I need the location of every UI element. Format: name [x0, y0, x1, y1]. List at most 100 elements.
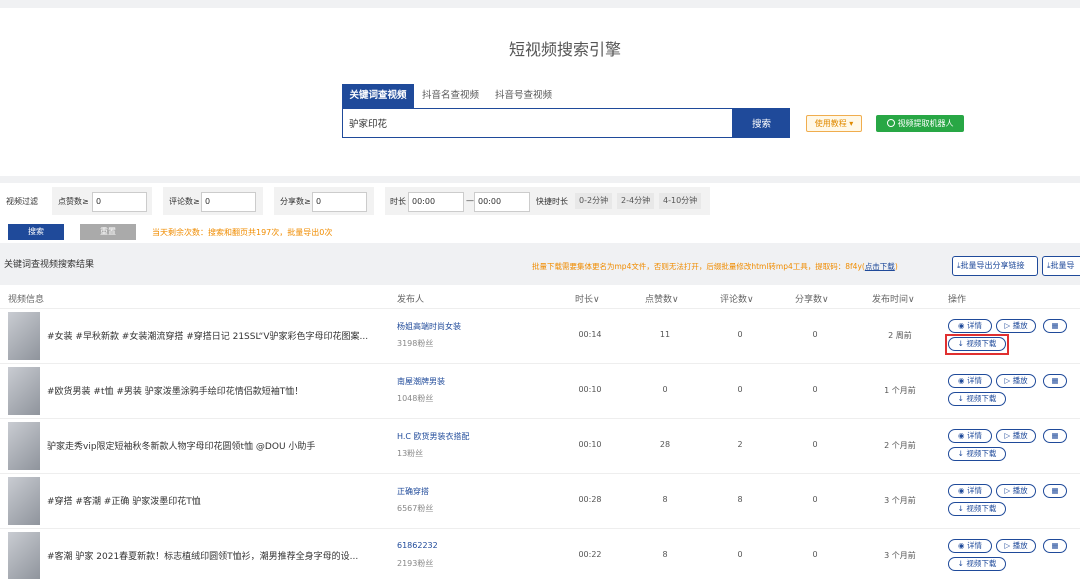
comments-filter-label: 评论数≥	[169, 197, 200, 206]
play-icon: ▷	[1004, 376, 1013, 385]
shares-cell: 0	[812, 440, 818, 449]
table-row: #女装 #早秋新款 #女装潮流穿搭 #穿搭日记 21SSL“V驴家彩色字母印花图…	[0, 308, 1080, 363]
filter-search-button[interactable]: 搜索	[8, 224, 64, 240]
likes-filter-input[interactable]: 0	[92, 192, 147, 212]
play-button[interactable]: ▷ 播放	[996, 319, 1036, 333]
author-name[interactable]: 杨姐高端时尚女装	[397, 321, 461, 332]
author-name[interactable]: 南屋潮牌男装	[397, 376, 445, 387]
quick-duration-4-10[interactable]: 4-10分钟	[659, 193, 702, 209]
author-name[interactable]: 正确穿搭	[397, 486, 429, 497]
qrcode-button[interactable]: ▦	[1043, 374, 1067, 388]
results-title: 关键词查视频搜索结果	[4, 260, 95, 270]
highlight-box	[945, 334, 1009, 355]
download-button-label: 视频下载	[966, 449, 997, 458]
tab-douyin-id-search[interactable]: 抖音号查视频	[488, 84, 559, 108]
video-thumbnail[interactable]	[8, 312, 40, 360]
author-name[interactable]: H.C 欧货男装衣搭配	[397, 431, 470, 442]
video-thumbnail[interactable]	[8, 367, 40, 415]
fans-count: 6567粉丝	[397, 504, 434, 513]
publish-time-cell: 1 个月前	[884, 386, 916, 395]
play-button[interactable]: ▷ 播放	[996, 539, 1036, 553]
likes-cell: 8	[662, 550, 668, 559]
filter-reset-button[interactable]: 重置	[80, 224, 136, 240]
chat-icon	[886, 119, 895, 127]
detail-button[interactable]: ◉ 详情	[948, 539, 992, 553]
shares-filter-input[interactable]: 0	[312, 192, 367, 212]
video-thumbnail[interactable]	[8, 532, 40, 579]
export-share-links-button[interactable]: ⤓批量导出分享链接	[952, 256, 1038, 276]
detail-button-label: 详情	[966, 431, 982, 440]
video-robot-button[interactable]: 视频提取机器人	[876, 115, 964, 132]
search-input[interactable]	[342, 108, 733, 138]
qrcode-icon: ▦	[1051, 486, 1059, 495]
publish-time-cell: 2 周前	[888, 331, 912, 340]
duration-cell: 00:22	[578, 550, 602, 559]
detail-button[interactable]: ◉ 详情	[948, 374, 992, 388]
qrcode-button[interactable]: ▦	[1043, 429, 1067, 443]
video-thumbnail[interactable]	[8, 477, 40, 525]
detail-button[interactable]: ◉ 详情	[948, 429, 992, 443]
detail-button-label: 详情	[966, 376, 982, 385]
video-thumbnail[interactable]	[8, 422, 40, 470]
author-name[interactable]: 61862232	[397, 541, 438, 550]
duration-from-input[interactable]: 00:00	[408, 192, 464, 212]
play-button[interactable]: ▷ 播放	[996, 429, 1036, 443]
tab-douyin-name-search[interactable]: 抖音名查视频	[415, 84, 486, 108]
detail-button[interactable]: ◉ 详情	[948, 319, 992, 333]
duration-header-label: 时长	[575, 295, 594, 305]
qrcode-button[interactable]: ▦	[1043, 319, 1067, 333]
play-button[interactable]: ▷ 播放	[996, 484, 1036, 498]
comments-cell: 0	[737, 550, 743, 559]
quick-duration-2-4[interactable]: 2-4分钟	[617, 193, 655, 209]
qrcode-button[interactable]: ▦	[1043, 484, 1067, 498]
column-header-actions: 操作	[948, 295, 967, 305]
comments-cell: 8	[737, 495, 743, 504]
publish-time-cell: 3 个月前	[884, 551, 916, 560]
column-header-duration[interactable]: 时长∨	[575, 292, 600, 305]
chevron-down-icon: ∨	[672, 295, 679, 305]
tab-keyword-search[interactable]: 关键词查视频	[342, 84, 414, 108]
filter-label: 视频过滤	[6, 197, 38, 206]
play-button-label: 播放	[1012, 321, 1028, 330]
tutorial-dropdown-button[interactable]: 使用教程 ▾	[806, 115, 862, 132]
chevron-down-icon: ∨	[908, 295, 915, 305]
play-button[interactable]: ▷ 播放	[996, 374, 1036, 388]
column-header-comments[interactable]: 评论数∨	[720, 292, 754, 305]
video-download-button[interactable]: ↓ 视频下载	[948, 557, 1006, 571]
quick-duration-label: 快捷时长	[536, 197, 568, 206]
comments-filter-input[interactable]: 0	[201, 192, 256, 212]
eye-icon: ◉	[958, 321, 967, 330]
comments-header-label: 评论数	[720, 295, 748, 305]
duration-to-input[interactable]: 00:00	[474, 192, 530, 212]
column-header-video-info: 视频信息	[8, 295, 45, 305]
publish-time-header-label: 发布时间	[872, 295, 909, 305]
table-row: #欧货男装 #t恤 #男装 驴家泼墨涂鸦手绘印花情侣款短袖T恤！ 南屋潮牌男装 …	[0, 363, 1080, 418]
search-button[interactable]: 搜索	[733, 108, 790, 138]
play-button-label: 播放	[1012, 486, 1028, 495]
video-download-button[interactable]: ↓ 视频下载	[948, 447, 1006, 461]
qrcode-button[interactable]: ▦	[1043, 539, 1067, 553]
table-row: #穿搭 #客潮 #正确 驴家泼墨印花T恤 正确穿搭 6567粉丝 00:28 8…	[0, 473, 1080, 528]
column-header-shares[interactable]: 分享数∨	[795, 292, 829, 305]
quick-duration-0-2[interactable]: 0-2分钟	[575, 193, 613, 209]
play-button-label: 播放	[1012, 431, 1028, 440]
play-button-label: 播放	[1012, 376, 1028, 385]
likes-cell: 0	[662, 385, 668, 394]
download-button-label: 视频下载	[966, 559, 997, 568]
page-title: 短视频搜索引擎	[508, 40, 621, 59]
video-title: #客潮 驴家 2021春夏新款！标志植绒印圆领T恤衫，潮男推荐全身字母的设...	[47, 552, 359, 562]
likes-cell: 11	[659, 330, 671, 339]
duration-separator: —	[466, 196, 474, 205]
download-tool-link[interactable]: 点击下载	[865, 262, 895, 271]
column-header-likes[interactable]: 点赞数∨	[645, 292, 679, 305]
video-title: #欧货男装 #t恤 #男装 驴家泼墨涂鸦手绘印花情侣款短袖T恤！	[47, 387, 304, 397]
publish-time-cell: 2 个月前	[884, 441, 916, 450]
robot-button-label: 视频提取机器人	[897, 119, 954, 128]
batch-export-button[interactable]: ⤓批量导	[1042, 256, 1080, 276]
chevron-down-icon: ∨	[822, 295, 829, 305]
likes-filter-label: 点赞数≥	[58, 197, 89, 206]
detail-button[interactable]: ◉ 详情	[948, 484, 992, 498]
column-header-publish-time[interactable]: 发布时间∨	[872, 292, 915, 305]
video-download-button[interactable]: ↓ 视频下载	[948, 502, 1006, 516]
video-download-button[interactable]: ↓ 视频下载	[948, 392, 1006, 406]
